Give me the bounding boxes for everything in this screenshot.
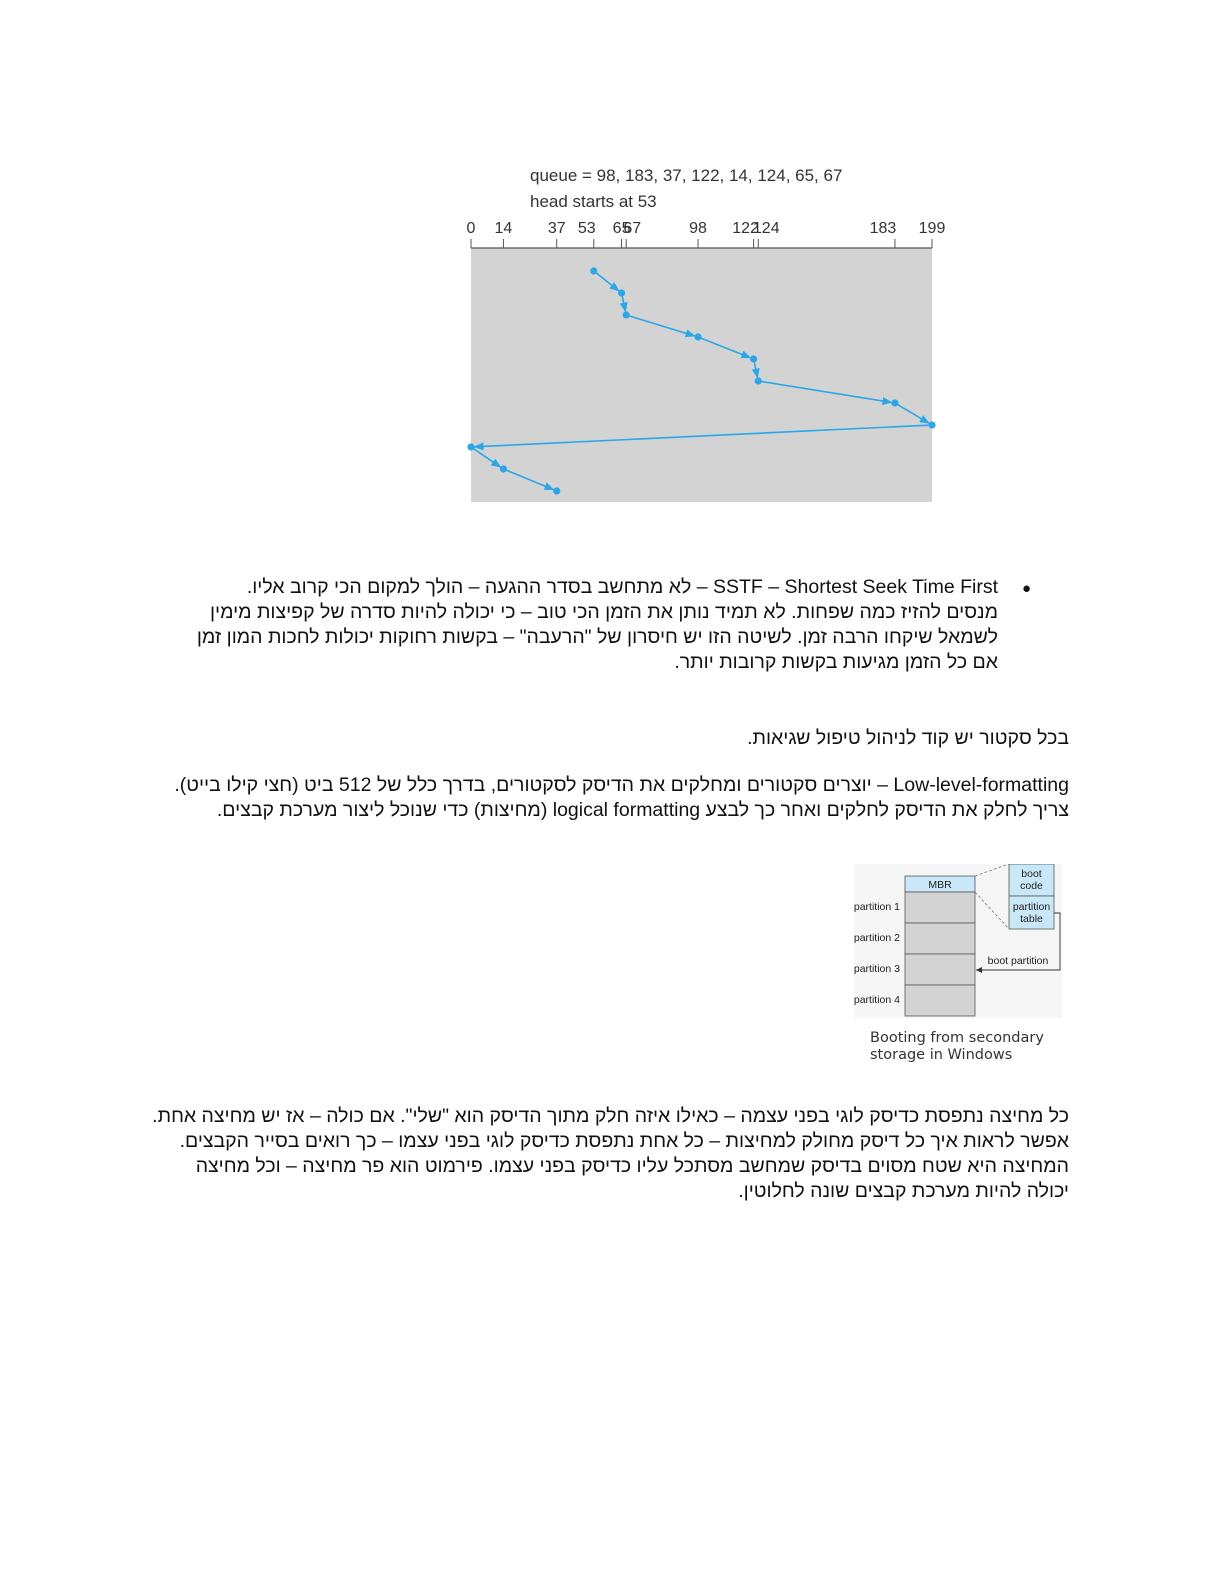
seek-point (467, 443, 475, 451)
partition-table-label-2: table (1020, 913, 1043, 925)
partition-line-2: אפשר לראות איך כל דיסק מחולק למחיצות – כ… (179, 1130, 1069, 1152)
boot-code-label-2: code (1020, 880, 1043, 892)
sstf-paragraph: SSTF – Shortest Seek Time First – לא מתח… (140, 575, 998, 675)
sstf-line-1: SSTF – Shortest Seek Time First – לא מתח… (246, 576, 998, 598)
partition-3-label: partition 3 (854, 963, 900, 975)
partition-line-4: יכולה להיות מערכת קבצים שונה לחלוטין. (738, 1180, 1069, 1202)
seek-point (754, 377, 762, 385)
seek-point (891, 399, 899, 407)
plot-area (471, 248, 932, 502)
x-tick-label: 67 (623, 220, 641, 237)
chart-subtitle: head starts at 53 (530, 192, 657, 211)
sector-error-paragraph: בכל סקטור יש קוד לניהול טיפול שגיאות. (140, 726, 1069, 751)
x-tick-label: 0 (467, 220, 476, 237)
partition-table-label-1: partition (1013, 901, 1051, 913)
bullet-icon: ● (1022, 580, 1032, 597)
partition-2-box (904, 922, 976, 955)
seek-point (553, 487, 561, 495)
boot-partition-label: boot partition (988, 955, 1049, 967)
x-tick-label: 37 (548, 220, 566, 237)
partition-1-box (904, 891, 976, 924)
x-tick-label: 98 (689, 220, 707, 237)
sstf-chart: queue = 98, 183, 37, 122, 14, 124, 65, 6… (467, 166, 946, 502)
partition-3-box (904, 953, 976, 986)
sstf-line-4: אם כל הזמן מגיעות בקשות קרובות יותר. (674, 651, 998, 673)
partition-4-label: partition 4 (854, 994, 900, 1006)
mbr-boot-diagram: MBR partition 1 partition 2 partition 3 … (854, 864, 1062, 1063)
partition-line-1: כל מחיצה נתפסת כדיסק לוגי בפני עצמה – כא… (152, 1105, 1069, 1127)
x-axis-ticks: 0 14 37 53 6567 98 122124 183 199 (467, 220, 946, 248)
boot-code-label-1: boot (1021, 868, 1042, 880)
x-tick-label: 124 (753, 220, 780, 237)
seek-point (750, 355, 758, 363)
seek-point (928, 421, 936, 429)
x-tick-label: 199 (919, 220, 946, 237)
partition-4-box (904, 984, 976, 1017)
x-tick-label: 183 (870, 220, 897, 237)
logical-formatting-line: צריך לחלק את הדיסק לחלקים ואחר כך לבצע l… (216, 799, 1069, 821)
partitions-paragraph: כל מחיצה נתפסת כדיסק לוגי בפני עצמה – כא… (140, 1104, 1069, 1204)
seek-point (499, 465, 508, 473)
formatting-paragraph: Low-level-formatting – יוצרים סקטורים ומ… (140, 773, 1069, 823)
x-tick-label: 53 (578, 220, 596, 237)
partition-1-label: partition 1 (854, 901, 900, 913)
sector-line-text: בכל סקטור יש קוד לניהול טיפול שגיאות. (747, 727, 1069, 749)
partition-line-3: המחיצה היא שטח מסוים בדיסק שמחשב מסתכל ע… (195, 1155, 1069, 1177)
seek-point (622, 311, 630, 319)
seek-point (694, 333, 702, 341)
sstf-line-3: לשמאל שיקחו הרבה זמן. לשיטה הזו יש חיסרו… (196, 626, 998, 648)
sstf-line-2: מנסים להזיז כמה שפחות. לא תמיד נותן את ה… (209, 601, 998, 623)
chart-title: queue = 98, 183, 37, 122, 14, 124, 65, 6… (530, 166, 842, 185)
seek-point (590, 267, 598, 275)
partition-2-label: partition 2 (854, 932, 900, 944)
diagram-caption-line-1: Booting from secondary (870, 1030, 1044, 1046)
diagram-caption-line-2: storage in Windows (870, 1047, 1012, 1063)
x-tick-label: 14 (495, 220, 513, 237)
low-level-formatting-line: Low-level-formatting – יוצרים סקטורים ומ… (174, 774, 1069, 796)
seek-point (617, 289, 626, 297)
mbr-label: MBR (928, 879, 952, 891)
